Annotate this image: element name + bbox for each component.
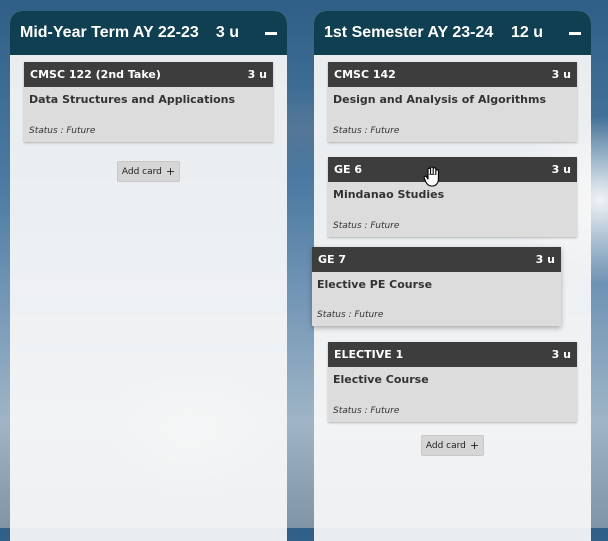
course-title: Elective Course <box>333 373 429 386</box>
card-header: CMSC 122 (2nd Take) 3 u <box>24 62 273 87</box>
minus-icon[interactable] <box>569 31 581 35</box>
course-status: Status : Future <box>333 126 400 136</box>
course-title: Design and Analysis of Algorithms <box>333 93 546 106</box>
add-card-label: Add card <box>121 166 162 177</box>
column-title: 1st Semester AY 23-24 <box>324 24 494 41</box>
course-units: 3 u <box>551 348 571 361</box>
add-card-label: Add card <box>425 440 466 451</box>
course-card[interactable]: GE 6 3 u Mindanao Studies Status : Futur… <box>328 157 577 237</box>
plus-icon: + <box>165 165 176 178</box>
add-card-button[interactable]: Add card + <box>117 161 180 182</box>
card-header: ELECTIVE 1 3 u <box>328 342 577 367</box>
add-card-button[interactable]: Add card + <box>421 435 484 456</box>
course-code: CMSC 122 (2nd Take) <box>30 68 161 81</box>
course-status: Status : Future <box>333 406 400 416</box>
column-header[interactable]: Mid-Year Term AY 22-23 3 u <box>10 11 287 55</box>
course-units: 3 u <box>551 163 571 176</box>
course-status: Status : Future <box>333 221 400 231</box>
course-title: Mindanao Studies <box>333 188 445 201</box>
course-code: GE 6 <box>334 163 363 176</box>
hand-pointer-icon <box>423 166 439 187</box>
course-units: 3 u <box>551 68 571 81</box>
card-header: CMSC 142 3 u <box>328 62 577 87</box>
card-header: GE 7 3 u <box>312 247 561 272</box>
course-title: Elective PE Course <box>317 278 433 291</box>
course-code: CMSC 142 <box>334 68 396 81</box>
column-header[interactable]: 1st Semester AY 23-24 12 u <box>314 11 591 55</box>
plus-icon: + <box>469 439 480 452</box>
column-title: Mid-Year Term AY 22-23 <box>20 24 199 41</box>
course-card-dragging[interactable]: GE 7 3 u Elective PE Course Status : Fut… <box>312 247 561 326</box>
course-title: Data Structures and Applications <box>29 93 236 106</box>
column-units: 12 u <box>510 24 543 41</box>
course-units: 3 u <box>535 253 555 266</box>
card-header: GE 6 3 u <box>328 157 577 182</box>
minus-icon[interactable] <box>265 31 277 35</box>
column-units: 3 u <box>215 24 239 41</box>
course-code: GE 7 <box>318 253 347 266</box>
course-status: Status : Future <box>317 310 384 320</box>
course-card[interactable]: CMSC 122 (2nd Take) 3 u Data Structures … <box>24 62 273 142</box>
course-status: Status : Future <box>29 126 96 136</box>
course-card[interactable]: CMSC 142 3 u Design and Analysis of Algo… <box>328 62 577 142</box>
course-units: 3 u <box>247 68 267 81</box>
course-code: ELECTIVE 1 <box>334 348 404 361</box>
course-card[interactable]: ELECTIVE 1 3 u Elective Course Status : … <box>328 342 577 422</box>
